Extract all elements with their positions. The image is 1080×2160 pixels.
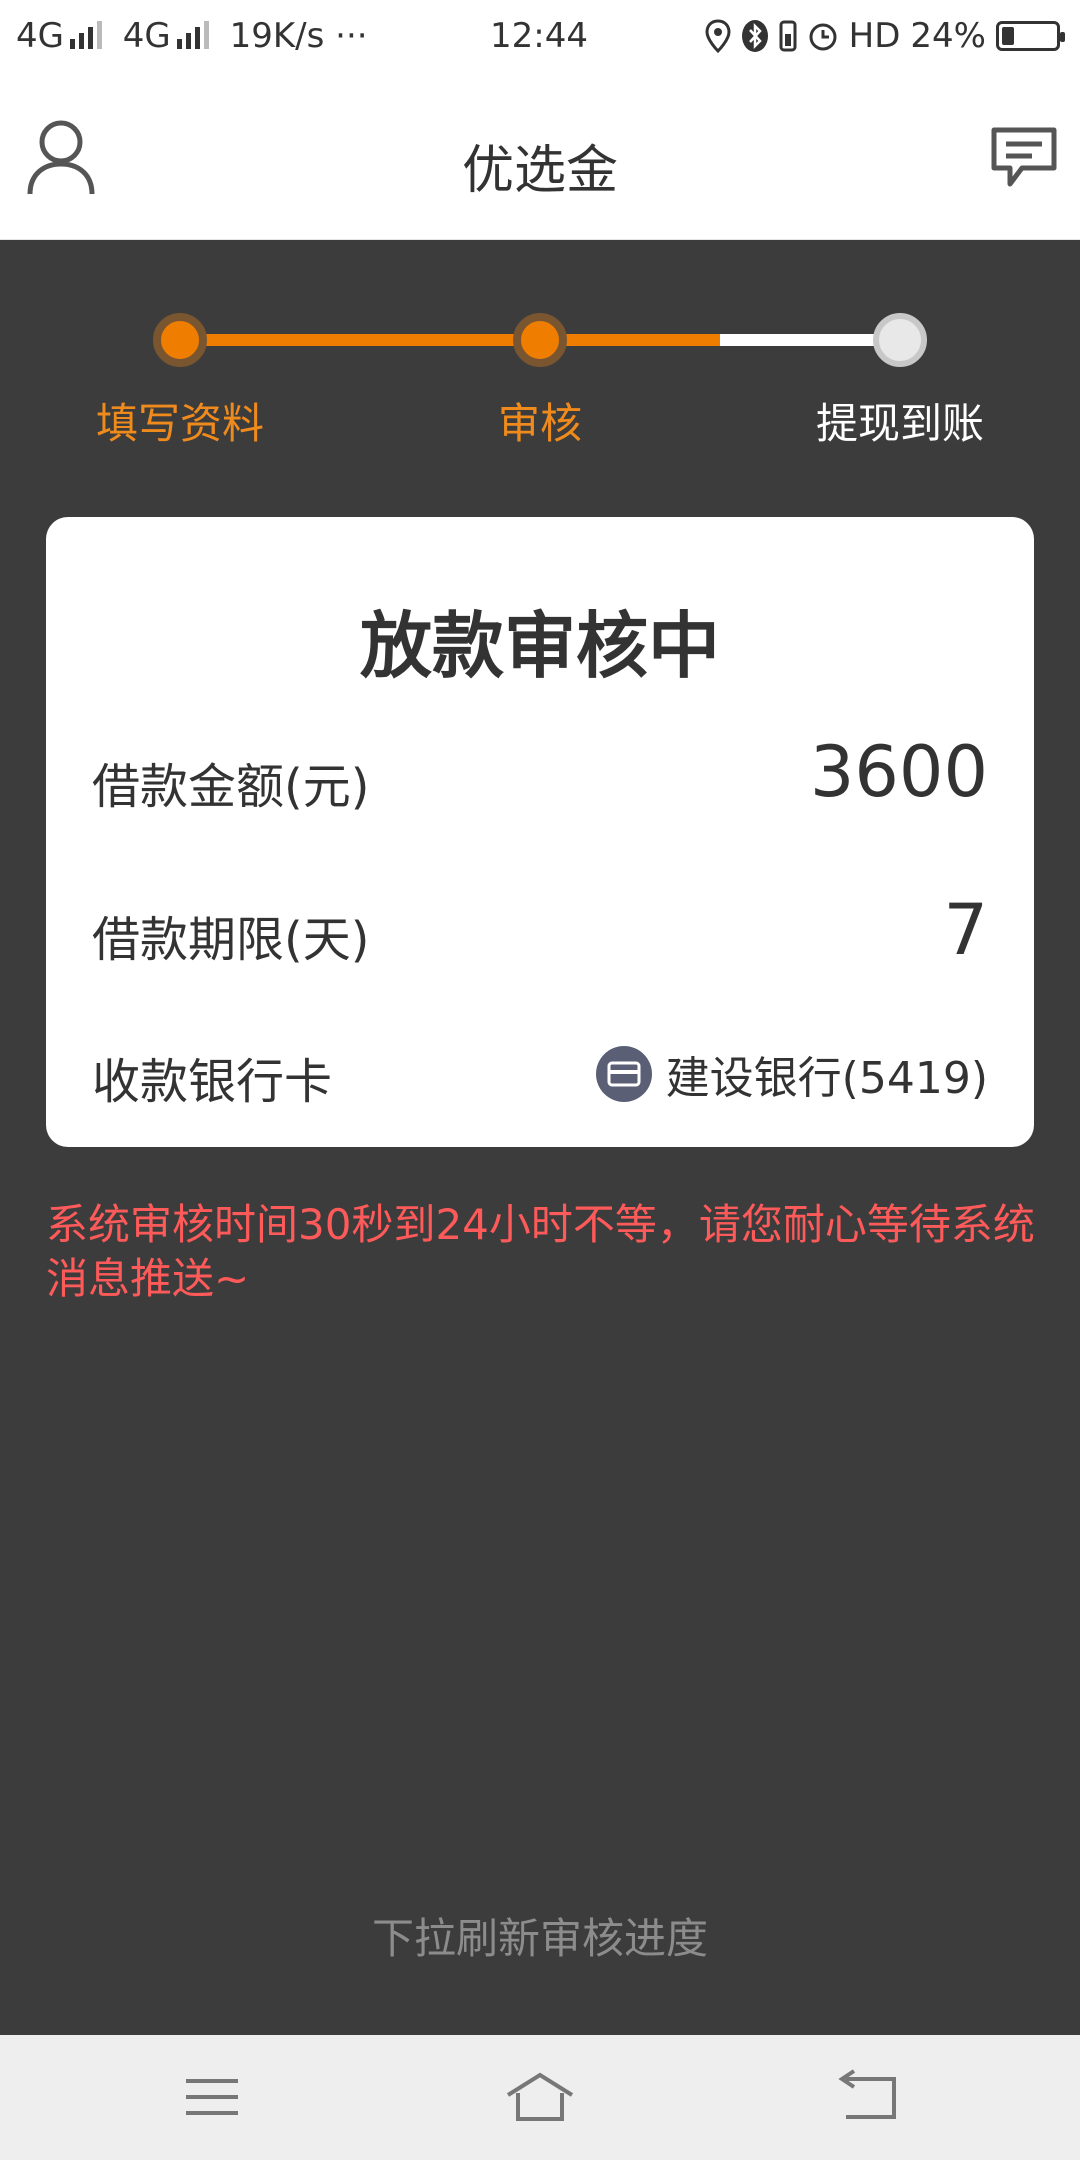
messages-button[interactable] <box>988 124 1060 190</box>
clock: 12:44 <box>490 16 588 56</box>
status-right: HD 24% <box>705 16 1065 56</box>
step-dot-fill-info <box>153 313 207 367</box>
progress-steps: 填写资料 审核 提现到账 <box>0 240 1080 490</box>
more-notifications-icon: ··· <box>335 16 368 56</box>
card-title: 放款审核中 <box>359 604 720 688</box>
signal-icon <box>176 21 209 49</box>
nav-menu-button[interactable] <box>172 2067 252 2127</box>
back-icon <box>838 2069 896 2119</box>
progress-track-current <box>540 334 720 346</box>
bank-card-icon <box>595 1046 652 1102</box>
network-type-1: 4G <box>16 16 64 56</box>
step-dot-withdraw <box>873 313 927 367</box>
nav-back-button[interactable] <box>828 2067 908 2127</box>
progress-track-done <box>180 334 540 346</box>
loan-term-value: 7 <box>943 889 988 971</box>
bluetooth-icon <box>741 20 768 52</box>
menu-icon <box>186 2079 238 2115</box>
vibrate-icon <box>779 20 797 52</box>
loan-term-label: 借款期限(天) <box>92 912 370 968</box>
page-title: 优选金 <box>461 141 618 201</box>
bank-card-label: 收款银行卡 <box>92 1054 333 1110</box>
network-speed: 19K/s <box>229 16 325 56</box>
step-label-fill-info: 填写资料 <box>95 399 264 448</box>
step-label-withdraw: 提现到账 <box>815 399 984 448</box>
status-left: 4G 4G 19K/s ··· <box>16 16 368 56</box>
hd-indicator: HD <box>848 16 901 56</box>
bank-card-value: 建设银行(5419) <box>665 1053 988 1104</box>
loan-amount-value: 3600 <box>809 731 988 813</box>
signal-icon <box>69 21 102 49</box>
review-notice: 系统审核时间30秒到24小时不等，请您耐心等待系统消息推送~ <box>46 1200 1035 1303</box>
step-label-review: 审核 <box>497 399 582 448</box>
system-nav-bar <box>0 2035 1080 2160</box>
battery-icon <box>996 21 1065 51</box>
step-dot-review <box>513 313 567 367</box>
loan-review-card: 放款审核中 借款金额(元) 3600 借款期限(天) 7 收款银行卡 建设银行(… <box>46 517 1034 1147</box>
bank-card-info: 建设银行(5419) <box>595 1042 988 1106</box>
battery-percent: 24% <box>910 16 986 56</box>
network-type-2: 4G <box>122 16 171 56</box>
alarm-icon <box>809 23 837 51</box>
app-header: 优选金 <box>0 76 1080 240</box>
loan-amount-label: 借款金额(元) <box>92 759 370 815</box>
home-icon <box>506 2072 574 2121</box>
status-bar: 4G 4G 19K/s ··· 12:44 HD 24% <box>0 0 1080 76</box>
nav-home-button[interactable] <box>500 2067 580 2127</box>
location-icon <box>705 19 731 53</box>
pull-to-refresh-tip: 下拉刷新审核进度 <box>371 1914 708 1963</box>
message-icon <box>991 127 1057 187</box>
